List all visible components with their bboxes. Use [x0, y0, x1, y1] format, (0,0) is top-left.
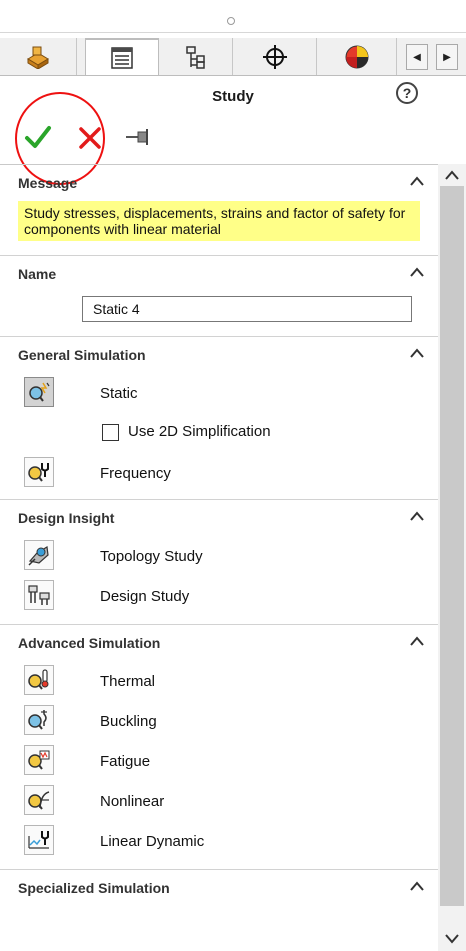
study-option-label: Topology Study — [100, 547, 203, 565]
section-title: Advanced Simulation — [18, 635, 161, 651]
name-section-header[interactable]: Name — [0, 256, 438, 292]
triangle-right-icon: ▶ — [443, 51, 451, 63]
help-icon: ? — [402, 85, 412, 101]
chevron-up-icon[interactable] — [410, 175, 424, 187]
study-option-label: Nonlinear — [100, 792, 165, 810]
section-title: Name — [18, 266, 57, 282]
study-option-buckling[interactable]: Buckling — [0, 701, 438, 741]
chevron-up-icon[interactable] — [410, 635, 424, 647]
scrollbar-thumb[interactable] — [440, 186, 464, 906]
name-section: Name — [0, 256, 438, 337]
specialized-simulation-section: Specialized Simulation — [0, 870, 438, 906]
linear-dynamic-study-icon[interactable] — [24, 825, 54, 855]
tab-scroll-left-button[interactable]: ◀ — [406, 44, 428, 70]
section-title: Design Insight — [18, 510, 115, 526]
specialized-simulation-header[interactable]: Specialized Simulation — [0, 870, 438, 906]
tab-property-manager[interactable] — [85, 38, 159, 75]
ok-button[interactable] — [24, 122, 52, 152]
chevron-up-icon[interactable] — [410, 266, 424, 278]
property-manager-content: Message Study stresses, displacements, s… — [0, 164, 438, 951]
study-option-design-study[interactable]: Design Study — [0, 576, 438, 616]
study-option-label: Buckling — [100, 712, 157, 730]
manager-tab-bar: ◀ ▶ — [0, 38, 466, 76]
advanced-simulation-section: Advanced Simulation Thermal Buckling Fat… — [0, 625, 438, 870]
section-title: General Simulation — [18, 347, 146, 363]
thermal-study-icon[interactable] — [24, 665, 54, 695]
message-section-header[interactable]: Message — [0, 165, 438, 201]
study-option-label: Thermal — [100, 672, 156, 690]
study-option-label: Design Study — [100, 587, 190, 605]
checkmark-icon — [25, 126, 51, 148]
display-manager-icon — [345, 45, 368, 68]
fatigue-study-icon[interactable] — [24, 745, 54, 775]
tab-dimxpert-manager[interactable] — [233, 38, 317, 75]
chevron-up-icon[interactable] — [410, 880, 424, 892]
panel-top-strip — [0, 0, 466, 33]
action-buttons — [0, 116, 200, 156]
study-option-label: Fatigue — [100, 752, 151, 770]
general-simulation-section: General Simulation Static Use 2D Simplif… — [0, 337, 438, 500]
use-2d-simplification-checkbox[interactable] — [102, 424, 119, 441]
study-option-topology[interactable]: Topology Study — [0, 536, 438, 576]
dimxpert-manager-icon — [262, 44, 287, 69]
tab-display-manager[interactable] — [317, 38, 397, 75]
design-insight-section: Design Insight Topology Study Design Stu… — [0, 500, 438, 625]
grip-handle[interactable] — [227, 17, 235, 25]
study-option-frequency[interactable]: Frequency — [0, 453, 438, 493]
feature-manager-icon — [27, 46, 49, 69]
scroll-up-arrow-icon[interactable] — [444, 168, 460, 182]
cancel-button[interactable] — [76, 122, 104, 152]
chevron-up-icon[interactable] — [410, 347, 424, 359]
help-button[interactable]: ? — [396, 82, 418, 104]
study-option-label: Linear Dynamic — [100, 832, 205, 850]
frequency-study-icon[interactable] — [24, 457, 54, 487]
nonlinear-study-icon[interactable] — [24, 785, 54, 815]
close-icon — [79, 127, 101, 149]
use-2d-simplification-row: Use 2D Simplification — [0, 413, 438, 453]
study-option-linear-dynamic[interactable]: Linear Dynamic — [0, 821, 438, 861]
chevron-up-icon[interactable] — [410, 510, 424, 522]
pushpin-icon — [126, 129, 148, 145]
section-title: Message — [18, 175, 78, 191]
static-study-icon[interactable] — [24, 377, 54, 407]
keep-visible-pin-button[interactable] — [124, 126, 152, 148]
configuration-manager-icon — [185, 45, 205, 69]
section-title: Specialized Simulation — [18, 880, 170, 896]
study-name-input[interactable] — [82, 296, 412, 322]
vertical-scrollbar[interactable] — [438, 164, 466, 951]
tab-feature-manager[interactable] — [0, 38, 77, 75]
property-manager-icon — [111, 46, 133, 69]
study-option-nonlinear[interactable]: Nonlinear — [0, 781, 438, 821]
message-section: Message Study stresses, displacements, s… — [0, 165, 438, 256]
use-2d-simplification-label[interactable]: Use 2D Simplification — [128, 423, 271, 440]
general-simulation-header[interactable]: General Simulation — [0, 337, 438, 373]
advanced-simulation-header[interactable]: Advanced Simulation — [0, 625, 438, 661]
study-option-label: Static — [100, 384, 138, 402]
design-study-icon[interactable] — [24, 580, 54, 610]
buckling-study-icon[interactable] — [24, 705, 54, 735]
tab-scroll-right-button[interactable]: ▶ — [436, 44, 458, 70]
study-option-static[interactable]: Static — [0, 373, 438, 413]
study-option-fatigue[interactable]: Fatigue — [0, 741, 438, 781]
triangle-left-icon: ◀ — [413, 51, 421, 63]
message-text: Study stresses, displacements, strains a… — [18, 201, 420, 241]
design-insight-header[interactable]: Design Insight — [0, 500, 438, 536]
topology-study-icon[interactable] — [24, 540, 54, 570]
study-option-thermal[interactable]: Thermal — [0, 661, 438, 701]
scroll-down-arrow-icon[interactable] — [444, 932, 460, 946]
study-option-label: Frequency — [100, 464, 171, 482]
tab-configuration-manager[interactable] — [159, 38, 233, 75]
